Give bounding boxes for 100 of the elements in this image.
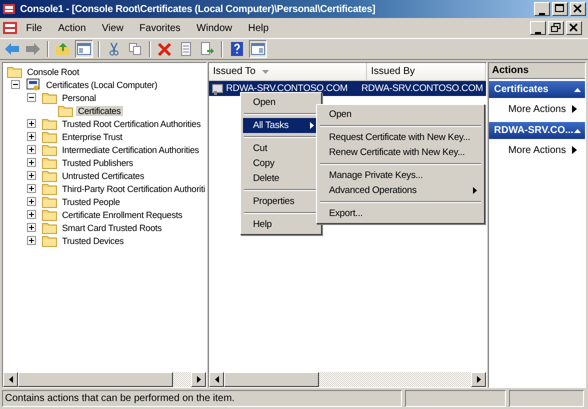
tree-item[interactable]: Personal [60,92,98,102]
expand-toggle[interactable] [27,119,36,128]
menu-item[interactable]: Window [188,20,240,36]
close-button[interactable] [566,21,582,35]
collapse-arrow-icon [574,128,581,132]
folder-icon [42,182,57,194]
horizontal-scrollbar[interactable] [209,372,486,387]
tree-item[interactable]: Third-Party Root Certification Authoriti [60,184,206,194]
folder-icon [42,130,57,142]
tree-item[interactable]: Console Root [25,66,82,76]
column-header[interactable]: Issued To [209,63,367,80]
folder-icon [42,208,57,220]
plus-icon [28,211,35,218]
menu-item[interactable]: Favorites [131,20,189,36]
minimize-button[interactable] [534,2,550,16]
menu-item[interactable]: Delete [243,171,319,186]
certificate-icon [212,82,224,94]
menu-item[interactable]: Properties [243,194,319,209]
folder-icon [42,144,57,156]
maximize-button[interactable] [552,2,568,16]
tree-item[interactable]: Certificate Enrollment Requests [60,210,184,220]
plus-icon [28,185,35,192]
menu-item[interactable]: View [94,20,132,36]
scroll-right-icon [196,376,200,383]
menu-item[interactable]: Help [243,217,319,232]
action-link[interactable]: More Actions [508,104,566,114]
menu-item[interactable]: Cut [243,141,319,156]
minimize-button[interactable] [530,21,546,35]
menu-item[interactable]: Help [240,20,277,36]
restore-button[interactable] [548,21,564,35]
tree-item[interactable]: Trusted Publishers [60,158,136,168]
menu-item[interactable]: Open [319,107,482,122]
folder-icon [42,156,57,168]
section-header[interactable]: RDWA-SRV.CO... [489,122,585,139]
menu-item[interactable]: Manage Private Keys... [319,168,482,183]
section-header[interactable]: Certificates [489,81,585,98]
menu-item[interactable]: Renew Certificate with New Key... [319,145,482,160]
folder-icon [42,118,57,130]
tree-item[interactable]: Trusted Devices [60,236,126,246]
console-icon [2,21,18,35]
tree-item[interactable]: Untrusted Certificates [60,170,146,180]
certificate-store-icon [26,78,41,91]
expand-toggle[interactable] [27,184,36,193]
table-cell: RDWA-SRV.CONTOSO.COM [226,83,348,94]
list-row[interactable]: RDWA-SRV.CONTOSO.COM RDWA-SRV.CONTOSO.COM [209,81,486,96]
minimize-icon [535,30,541,32]
menu-item[interactable]: Open [243,95,319,110]
plus-icon [28,120,35,127]
tree-item[interactable]: Intermediate Certification Authorities [60,144,201,154]
tree-item[interactable]: Enterprise Trust [60,132,124,142]
copy-icon[interactable] [126,40,144,58]
expand-toggle[interactable] [27,197,36,206]
tree-item[interactable]: Certificates (Local Computer) [44,80,160,90]
horizontal-scrollbar[interactable] [3,372,206,387]
plus-icon [28,237,35,244]
close-icon [573,4,583,13]
folder-icon [42,196,57,208]
delete-icon[interactable] [156,40,174,58]
menu-item[interactable]: Action [50,20,94,36]
expand-toggle[interactable] [27,236,36,245]
close-button[interactable] [570,2,586,16]
restore-icon [551,23,561,32]
expand-toggle[interactable] [27,145,36,154]
tree-item[interactable]: Certificates [76,106,123,116]
plus-icon [28,146,35,153]
app-icon [2,2,16,16]
collapse-arrow-icon [574,88,581,92]
export-icon[interactable] [198,40,216,58]
tree-item[interactable]: Smart Card Trusted Roots [60,222,164,232]
plus-icon [28,198,35,205]
folder-icon [7,66,22,78]
plus-icon [28,133,35,140]
expand-toggle[interactable] [27,223,36,232]
action-link[interactable]: More Actions [508,144,566,156]
maximize-icon [555,4,565,13]
menu-item[interactable]: All Tasks [243,118,319,133]
panel-icon[interactable] [75,40,93,58]
scroll-left-icon [214,376,218,383]
menu-item[interactable]: Advanced Operations [319,183,482,198]
plus-icon [28,172,35,179]
expand-toggle[interactable] [27,132,36,141]
folder-icon [42,92,57,104]
folder-icon [42,234,57,246]
table-cell: RDWA-SRV.CONTOSO.COM [361,83,483,94]
menu-item[interactable]: Export... [319,206,482,221]
menu-item[interactable]: File [18,20,50,36]
collapse-toggle[interactable] [11,80,20,89]
collapse-toggle[interactable] [27,93,36,102]
menu-item[interactable]: Request Certificate with New Key... [319,130,482,145]
expand-toggle[interactable] [27,171,36,180]
column-header[interactable]: Issued By [367,63,486,80]
help-icon[interactable] [228,40,246,58]
tree-item[interactable]: Trusted Root Certification Authorities [60,118,203,128]
minimize-icon [539,11,545,13]
action-pane-icon[interactable] [249,40,267,58]
tree-item[interactable]: Trusted People [60,196,122,206]
menu-item[interactable]: Copy [243,156,319,171]
expand-toggle[interactable] [27,210,36,219]
expand-toggle[interactable] [27,158,36,167]
submenu-arrow-icon [572,105,577,113]
